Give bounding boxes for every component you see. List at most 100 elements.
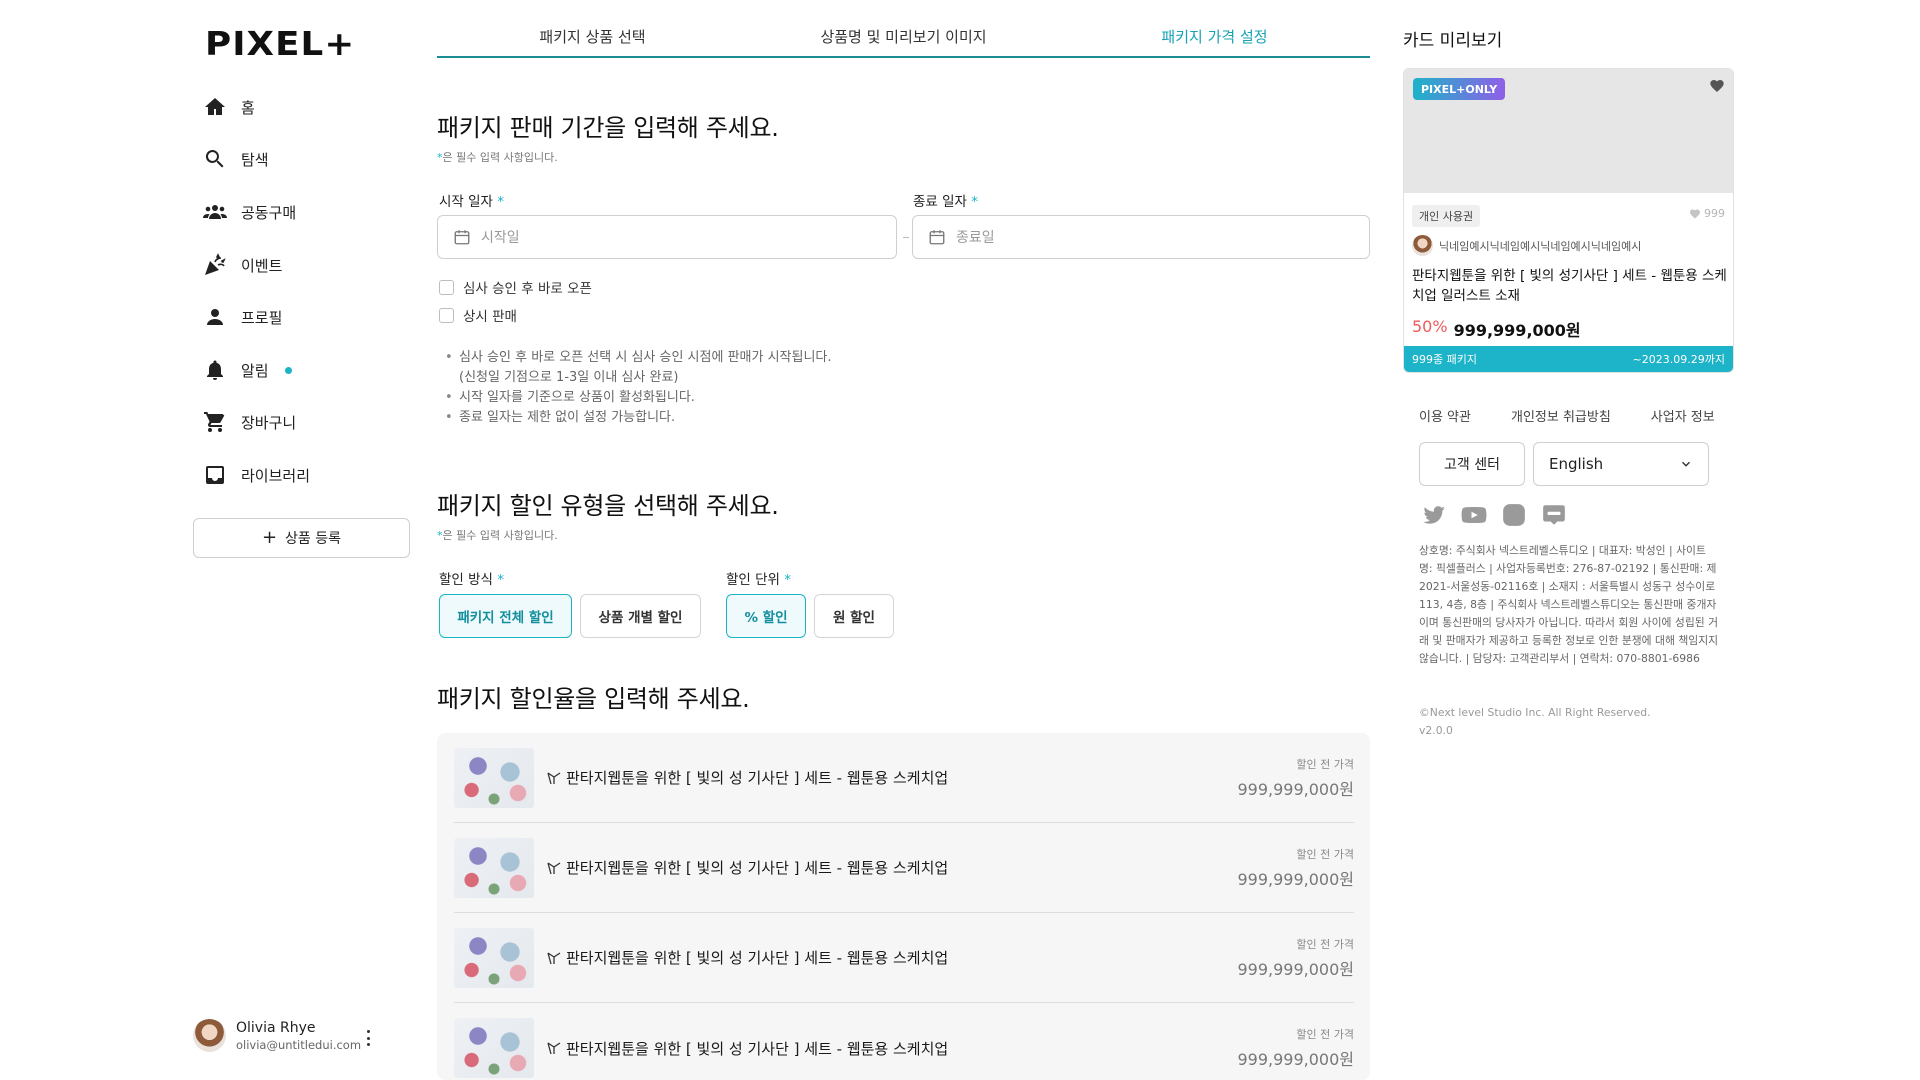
heart-icon: [1690, 209, 1700, 218]
price-caption: 할인 전 가격: [1296, 1028, 1354, 1041]
open-after-approval-checkbox[interactable]: 심사 승인 후 바로 오픈: [439, 277, 592, 297]
list-item[interactable]: 판타지웹툰을 위한 [ 빛의 성 기사단 ] 세트 - 웹툰용 스케치업 할인 …: [454, 913, 1354, 1003]
sidebar-item-label: 공동구매: [241, 203, 297, 222]
footer-links: 이용 약관 개인정보 취급방침 사업자 정보: [1419, 406, 1715, 425]
sketchup-icon: [547, 771, 561, 784]
package-info-bar: 999종 패키지 ~2023.09.29까지: [1404, 346, 1733, 372]
product-thumbnail: [454, 927, 534, 988]
twitter-icon[interactable]: [1421, 502, 1447, 528]
discount-unit-label: 할인 단위 *: [726, 572, 792, 588]
product-thumbnail: [454, 747, 534, 808]
instagram-icon[interactable]: [1501, 502, 1527, 528]
price-caption: 할인 전 가격: [1296, 937, 1354, 951]
product-title: 판타지웹툰을 위한 [ 빛의 성 기사단 ] 세트 - 웹툰용 스케치업: [566, 1039, 949, 1058]
end-date-field[interactable]: 종료일: [912, 215, 1370, 259]
blog-icon[interactable]: [1541, 502, 1567, 528]
like-count: 999: [1689, 207, 1725, 220]
product-title: 판타지웹툰을 위한 [ 빛의 성 기사단 ] 세트 - 웹툰용 스케치업: [566, 949, 949, 967]
tab-price-setting[interactable]: 패키지 가격 설정: [1059, 22, 1370, 56]
business-info-link[interactable]: 사업자 정보: [1651, 406, 1715, 425]
end-date-placeholder: 종료일: [956, 230, 995, 246]
required-note: *은 필수 입력 사항입니다.: [437, 529, 558, 542]
youtube-icon[interactable]: [1461, 502, 1487, 528]
creator-nickname: 닉네임예시닉네임예시닉네임예시닉네임예시: [1439, 239, 1642, 253]
product-title: 판타지웹툰을 위한 [ 빛의 성 기사단 ] 세트 - 웹툰용 스케치업: [566, 769, 949, 787]
sidebar-item-library[interactable]: 라이브러리: [203, 460, 310, 490]
sidebar-item-home[interactable]: 홈: [203, 92, 255, 122]
required-note-text: 은 필수 입력 사항입니다.: [442, 151, 558, 164]
product-card-preview[interactable]: PIXEL+ONLY 개인 사용권 999 닉네임예시닉네임예시닉네임예시닉네임…: [1403, 68, 1734, 373]
required-note: *은 필수 입력 사항입니다.: [437, 149, 558, 165]
user-email: olivia@untitledui.com: [236, 1037, 362, 1052]
heart-icon[interactable]: [1709, 78, 1725, 94]
product-price: 999,999,000원: [1237, 779, 1354, 799]
user-profile[interactable]: Olivia Rhye olivia@untitledui.com: [193, 1019, 361, 1052]
creator-info: 닉네임예시닉네임예시닉네임예시닉네임예시: [1412, 235, 1641, 256]
home-icon: [205, 98, 225, 115]
language-select[interactable]: English: [1533, 442, 1709, 486]
sidebar-item-label: 탐색: [241, 150, 269, 169]
sidebar-item-event[interactable]: 이벤트: [203, 250, 282, 280]
more-vertical-icon[interactable]: [360, 1028, 376, 1048]
sidebar-item-profile[interactable]: 프로필: [203, 302, 282, 332]
list-item[interactable]: 판타지웹툰을 위한 [ 빛의 성 기사단 ] 세트 - 웹툰용 스케치업 할인 …: [454, 733, 1354, 823]
sidebar-item-cart[interactable]: 장바구니: [203, 407, 296, 437]
terms-link[interactable]: 이용 약관: [1419, 406, 1471, 425]
list-item[interactable]: 판타지웹툰을 위한 [ 빛의 성 기사단 ] 세트 - 웹툰용 스케치업 할인 …: [454, 823, 1354, 913]
package-count: 999종 패키지: [1412, 353, 1477, 366]
percent-discount-option[interactable]: % 할인: [726, 594, 806, 638]
list-item[interactable]: 판타지웹툰을 위한 [ 빛의 성 기사단 ] 세트 - 웹툰용 스케치업 할인 …: [454, 1003, 1354, 1080]
checkbox-box[interactable]: [439, 279, 454, 295]
won-discount-option[interactable]: 원 할인: [814, 594, 894, 638]
sidebar-item-label: 장바구니: [241, 413, 297, 432]
start-date-field[interactable]: 시작일: [437, 215, 897, 259]
period-notes: 심사 승인 후 바로 오픈 선택 시 심사 승인 시점에 판매가 시작됩니다.(…: [445, 348, 832, 428]
register-product-button[interactable]: + 상품 등록: [193, 518, 410, 558]
always-on-sale-checkbox[interactable]: 상시 판매: [439, 305, 517, 325]
tab-package-select[interactable]: 패키지 상품 선택: [437, 22, 748, 56]
price-value: 999,999,000원: [1453, 321, 1581, 340]
sidebar-item-label: 알림: [241, 361, 269, 380]
privacy-link[interactable]: 개인정보 취급방침: [1511, 406, 1611, 425]
library-icon: [206, 466, 224, 484]
chevron-down-icon: [1682, 461, 1690, 467]
product-individual-discount-option[interactable]: 상품 개별 할인: [580, 594, 701, 638]
start-date-placeholder: 시작일: [481, 230, 520, 246]
sidebar-item-group-buy[interactable]: 공동구매: [203, 197, 296, 227]
sidebar-item-notifications[interactable]: 알림: [203, 355, 292, 385]
rate-heading: 패키지 할인율을 입력해 주세요.: [437, 685, 750, 713]
sketchup-icon: [547, 861, 561, 874]
period-heading: 패키지 판매 기간을 입력해 주세요.: [437, 114, 779, 142]
group-icon: [203, 205, 227, 219]
calendar-icon: [454, 230, 470, 245]
customer-center-button[interactable]: 고객 센터: [1419, 442, 1525, 486]
price-caption: 할인 전 가격: [1296, 757, 1354, 771]
card-image: PIXEL+ONLY: [1404, 69, 1733, 193]
start-date-label: 시작 일자 *: [439, 194, 505, 210]
party-icon: [205, 253, 226, 275]
checkbox-box[interactable]: [439, 307, 454, 323]
price-caption: 할인 전 가격: [1296, 847, 1354, 861]
discount-method-label: 할인 방식 *: [439, 572, 505, 588]
notification-dot: [284, 366, 292, 374]
pixel-only-badge: PIXEL+ONLY: [1413, 78, 1506, 100]
tab-name-preview[interactable]: 상품명 및 미리보기 이미지: [748, 22, 1059, 56]
language-value: English: [1549, 455, 1604, 473]
cart-icon: [204, 412, 225, 432]
end-date-label: 종료 일자 *: [913, 194, 979, 210]
sidebar-item-label: 라이브러리: [241, 466, 311, 485]
discount-percent: 50%: [1412, 317, 1448, 336]
discount-heading: 패키지 할인 유형을 선택해 주세요.: [437, 492, 779, 520]
product-thumbnail: [454, 837, 534, 898]
logo[interactable]: PIXEL+: [205, 24, 354, 63]
sketchup-icon: [547, 951, 561, 964]
sidebar-item-label: 프로필: [241, 308, 283, 327]
package-whole-discount-option[interactable]: 패키지 전체 할인: [439, 594, 572, 638]
sidebar-item-search[interactable]: 탐색: [203, 144, 269, 174]
step-tabs: 패키지 상품 선택 상품명 및 미리보기 이미지 패키지 가격 설정: [437, 22, 1370, 58]
search-icon: [205, 150, 224, 168]
sale-period: ~2023.09.29까지: [1632, 353, 1725, 366]
sidebar-item-label: 이벤트: [241, 256, 283, 275]
checkbox-label: 심사 승인 후 바로 오픈: [463, 281, 592, 297]
person-icon: [207, 309, 223, 325]
